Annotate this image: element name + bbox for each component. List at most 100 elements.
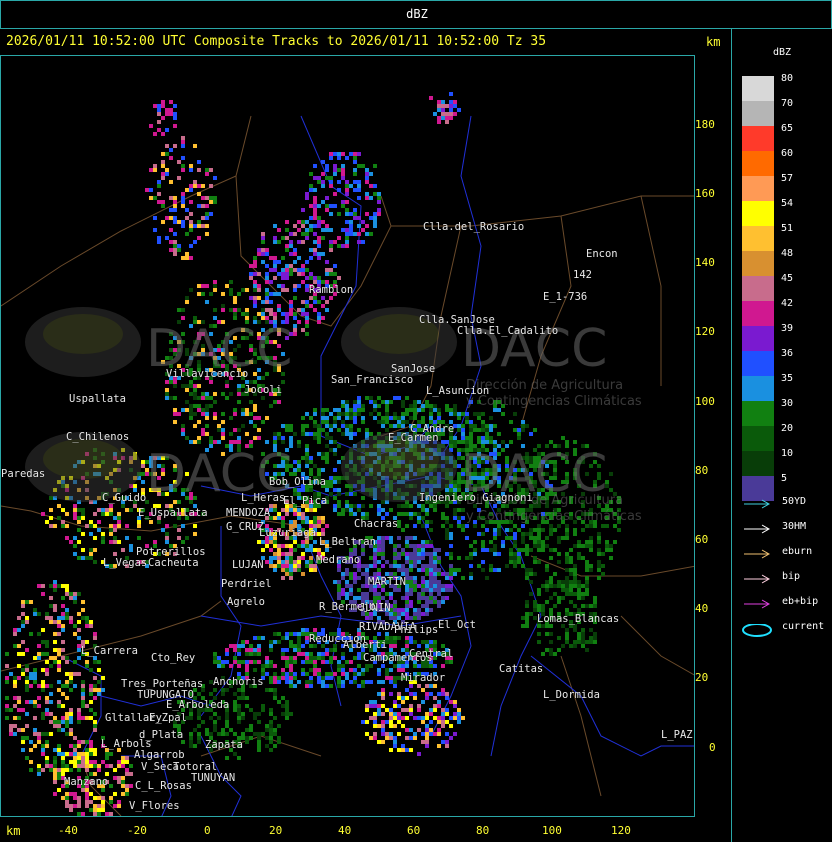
echo-cell xyxy=(53,748,57,752)
echo-cell xyxy=(357,656,361,660)
echo-cell xyxy=(73,624,77,628)
echo-cell xyxy=(537,548,541,552)
echo-cell xyxy=(81,508,85,512)
echo-cell xyxy=(285,636,289,640)
echo-cell xyxy=(5,676,9,680)
echo-cell xyxy=(205,412,209,416)
echo-cell xyxy=(341,164,345,168)
echo-cell xyxy=(353,676,357,680)
echo-cell xyxy=(333,272,337,276)
echo-cell xyxy=(521,424,525,428)
echo-cell xyxy=(377,208,381,212)
echo-cell xyxy=(381,548,385,552)
echo-cell xyxy=(485,528,489,532)
echo-cell xyxy=(577,544,581,548)
echo-cell xyxy=(293,260,297,264)
echo-cell xyxy=(469,424,473,428)
echo-cell xyxy=(45,756,49,760)
echo-cell xyxy=(445,504,449,508)
echo-cell xyxy=(329,156,333,160)
echo-cell xyxy=(389,596,393,600)
echo-cell xyxy=(525,568,529,572)
echo-cell xyxy=(381,536,385,540)
echo-cell xyxy=(29,748,33,752)
echo-cell xyxy=(69,592,73,596)
echo-cell xyxy=(197,204,201,208)
echo-cell xyxy=(97,692,101,696)
echo-cell xyxy=(269,404,273,408)
echo-cell xyxy=(389,692,393,696)
echo-cell xyxy=(281,652,285,656)
echo-cell xyxy=(53,760,57,764)
echo-cell xyxy=(57,720,61,724)
echo-cell xyxy=(417,556,421,560)
echo-cell xyxy=(93,688,97,692)
echo-cell xyxy=(285,632,289,636)
echo-cell xyxy=(45,732,49,736)
echo-cell xyxy=(297,440,301,444)
echo-cell xyxy=(405,540,409,544)
echo-cell xyxy=(357,664,361,668)
echo-cell xyxy=(381,696,385,700)
echo-cell xyxy=(121,504,125,508)
echo-cell xyxy=(541,544,545,548)
echo-cell xyxy=(345,184,349,188)
echo-cell xyxy=(277,556,281,560)
echo-cell xyxy=(373,556,377,560)
echo-cell xyxy=(345,208,349,212)
echo-cell xyxy=(97,520,101,524)
radar-map[interactable]: DACC DACC DACC DACC Dirección de Agricul… xyxy=(0,55,695,817)
echo-cell xyxy=(305,192,309,196)
echo-cell xyxy=(541,540,545,544)
echo-cell xyxy=(493,568,497,572)
echo-cell xyxy=(297,644,301,648)
echo-cell xyxy=(45,652,49,656)
echo-cell xyxy=(301,432,305,436)
echo-cell xyxy=(481,524,485,528)
echo-cell xyxy=(445,584,449,588)
echo-cell xyxy=(557,552,561,556)
echo-cell xyxy=(273,516,277,520)
echo-cell xyxy=(289,300,293,304)
echo-cell xyxy=(297,652,301,656)
echo-cell xyxy=(417,592,421,596)
echo-cell xyxy=(301,308,305,312)
echo-cell xyxy=(201,204,205,208)
echo-cell xyxy=(573,532,577,536)
echo-cell xyxy=(241,412,245,416)
echo-cell xyxy=(373,716,377,720)
echo-cell xyxy=(433,568,437,572)
echo-cell xyxy=(385,536,389,540)
echo-cell xyxy=(285,244,289,248)
echo-cell xyxy=(477,412,481,416)
echo-cell xyxy=(377,508,381,512)
echo-cell xyxy=(357,188,361,192)
echo-cell xyxy=(197,236,201,240)
echo-cell xyxy=(585,564,589,568)
echo-cell xyxy=(533,544,537,548)
echo-cell xyxy=(281,568,285,572)
echo-cell xyxy=(417,684,421,688)
echo-cell xyxy=(341,152,345,156)
echo-cell xyxy=(413,404,417,408)
echo-cell xyxy=(393,556,397,560)
echo-cell xyxy=(81,716,85,720)
echo-cell xyxy=(285,424,289,428)
echo-cell xyxy=(577,580,581,584)
echo-cell xyxy=(265,276,269,280)
echo-cell xyxy=(13,632,17,636)
echo-cell xyxy=(137,536,141,540)
echo-cell xyxy=(337,668,341,672)
echo-cell xyxy=(617,528,621,532)
echo-cell xyxy=(609,488,613,492)
echo-cell xyxy=(369,736,373,740)
echo-cell xyxy=(413,544,417,548)
echo-cell xyxy=(377,672,381,676)
echo-cell xyxy=(377,544,381,548)
echo-cell xyxy=(237,648,241,652)
echo-cell xyxy=(97,660,101,664)
echo-cell xyxy=(209,436,213,440)
echo-cell xyxy=(297,308,301,312)
echo-cell xyxy=(17,676,21,680)
echo-cell xyxy=(49,524,53,528)
